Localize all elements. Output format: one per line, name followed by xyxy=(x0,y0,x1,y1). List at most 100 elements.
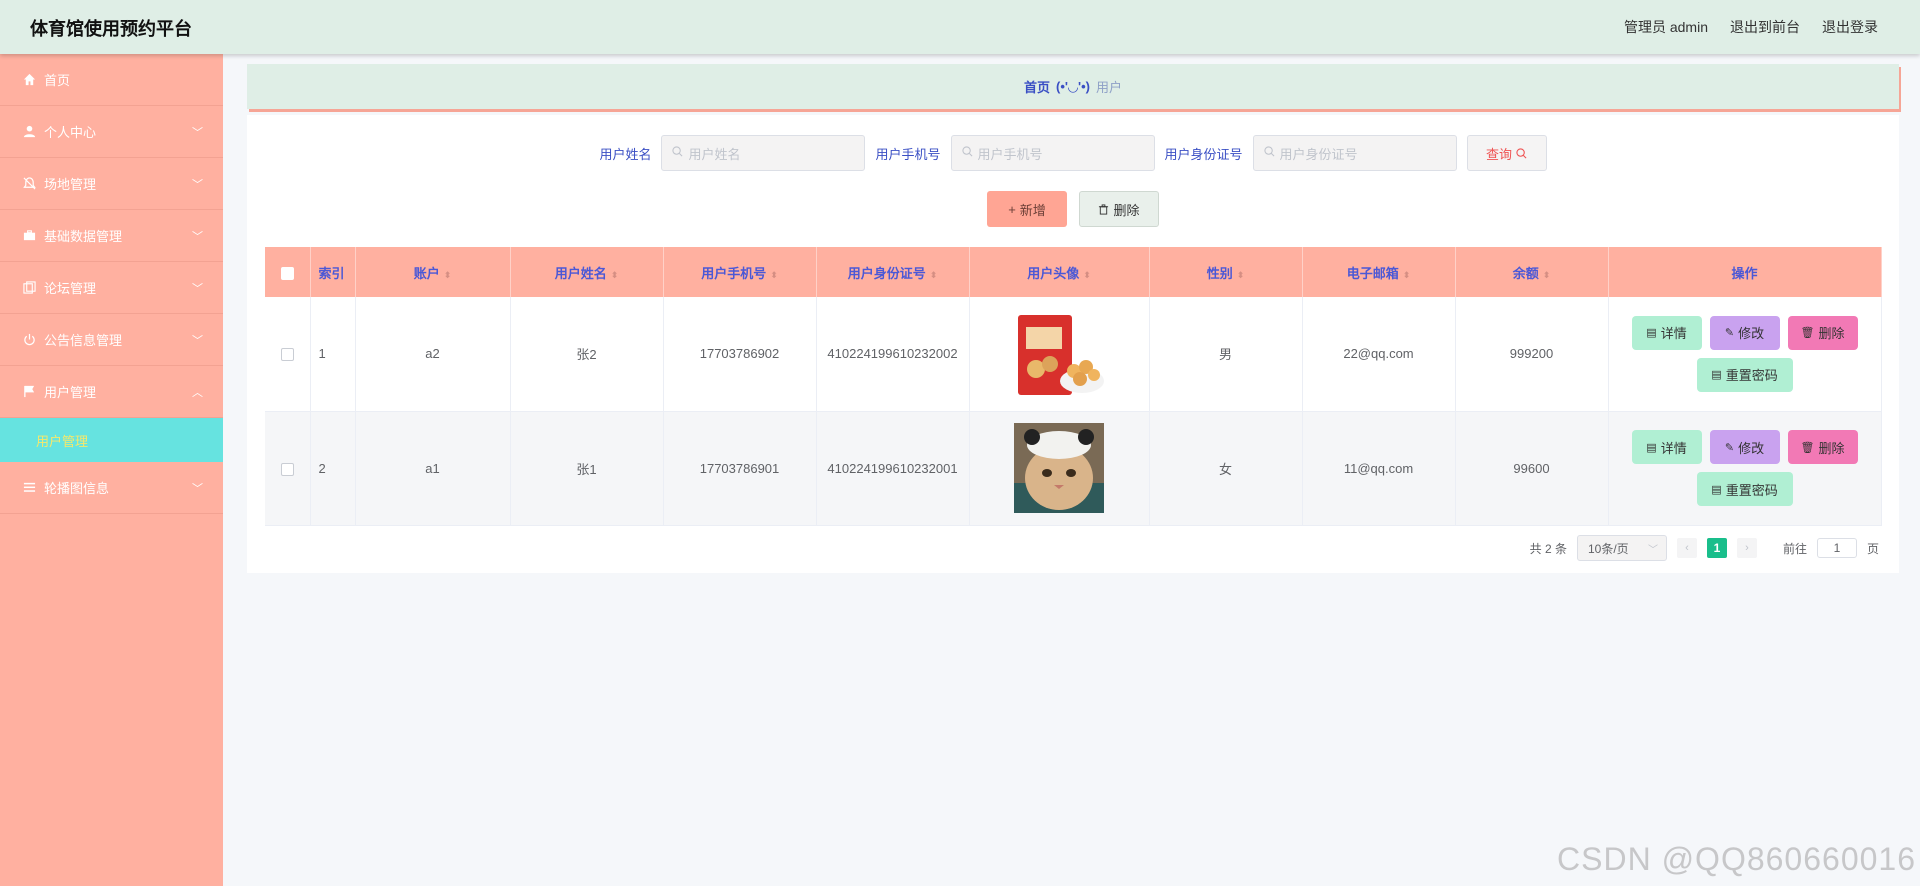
power-icon xyxy=(22,333,36,347)
sidebar-subitem-user-management[interactable]: 用户管理 xyxy=(0,418,223,462)
copy-icon xyxy=(22,281,36,295)
pagination: 共 2 条 10条/页 ﹀ ‹ 1 › 前往 1 页 xyxy=(1530,535,1879,561)
edit-button[interactable]: ✎ 修改 xyxy=(1709,315,1780,350)
column-header-avatar[interactable]: 用户头像 ⬍ xyxy=(969,247,1150,297)
column-header-idcard[interactable]: 用户身份证号 ⬍ xyxy=(816,247,970,297)
page-size-select[interactable]: 10条/页 ﹀ xyxy=(1576,535,1667,561)
sidebar-item-label: 公告信息管理 xyxy=(44,333,123,348)
avatar[interactable] xyxy=(1014,423,1104,513)
column-header-operations: 操作 xyxy=(1608,247,1882,297)
user-table: 索引 账户 ⬍ 用户姓名 ⬍ 用户手机号 ⬍ 用户身份证号 ⬍ 用户头像 ⬍ 性别 ⬍ 电子… xyxy=(265,247,1882,526)
avatar[interactable] xyxy=(1014,308,1104,399)
phone-search-placeholder: 用户手机号 xyxy=(977,146,1043,162)
page-size-value: 10条/页 xyxy=(1587,541,1629,556)
chevron-down-icon: ﹀ xyxy=(192,127,203,139)
select-all-checkbox[interactable] xyxy=(280,266,294,280)
column-header: 索引 xyxy=(310,247,356,297)
row-idcard: 410224199610232002 xyxy=(816,297,970,412)
trash-icon: 🗑 xyxy=(1800,327,1815,340)
breadcrumb-home[interactable]: 首页 xyxy=(1024,77,1050,96)
sidebar-item-label: 个人中心 xyxy=(44,125,97,140)
row-operations: ▤ 详情 ✎ 修改 🗑 删除 ▤ 重置密码 xyxy=(1608,411,1882,526)
add-button[interactable]: + 新增 xyxy=(987,191,1067,227)
select-all-cell xyxy=(265,247,311,297)
sidebar-item-label: 首页 xyxy=(44,73,71,88)
trash-icon: 🗑 xyxy=(1800,441,1815,454)
search-icon xyxy=(1263,146,1275,160)
column-header-phone[interactable]: 用户手机号 ⬍ xyxy=(663,247,817,297)
sidebar-item-carousel[interactable]: 轮播图信息 ﹀ xyxy=(0,462,223,514)
edit-button[interactable]: ✎ 修改 xyxy=(1709,430,1780,464)
prev-page-button[interactable]: ‹ xyxy=(1676,538,1697,558)
sidebar-item-venue[interactable]: 场地管理 ﹀ xyxy=(0,158,223,210)
home-icon xyxy=(22,73,36,87)
reset-password-button[interactable]: ▤ 重置密码 xyxy=(1696,357,1793,392)
add-button-label: 新增 xyxy=(1019,202,1046,218)
header-links: 管理员 admin 退出到前台 退出登录 xyxy=(1624,17,1878,37)
sidebar-item-personal-center[interactable]: 个人中心 ﹀ xyxy=(0,106,223,158)
bulk-delete-button[interactable]: 删除 xyxy=(1079,191,1159,227)
admin-label: 管理员 admin xyxy=(1623,19,1708,35)
reset-password-button[interactable]: ▤ 重置密码 xyxy=(1696,472,1793,506)
sort-icon[interactable]: ⬍ xyxy=(1083,270,1091,280)
next-page-button[interactable]: › xyxy=(1736,538,1757,558)
detail-button[interactable]: ▤ 详情 xyxy=(1631,315,1702,350)
search-icon xyxy=(672,146,683,160)
row-gender: 男 xyxy=(1149,297,1303,412)
sort-icon[interactable]: ⬍ xyxy=(1543,270,1551,280)
chevron-down-icon: ﹀ xyxy=(192,335,203,347)
column-header-account[interactable]: 账户 ⬍ xyxy=(355,247,511,297)
delete-button[interactable]: 🗑 删除 xyxy=(1787,315,1858,350)
idcard-search-input[interactable]: 用户身份证号 xyxy=(1252,135,1457,171)
page-number-current[interactable]: 1 xyxy=(1706,538,1727,558)
row-avatar-cell xyxy=(969,411,1150,526)
goto-page-input[interactable]: 1 xyxy=(1816,538,1857,558)
exit-to-front-link[interactable]: 退出到前台 xyxy=(1730,17,1800,37)
user-icon xyxy=(22,125,36,139)
phone-search-label: 用户手机号 xyxy=(875,146,941,162)
query-button[interactable]: 查询 xyxy=(1466,135,1547,171)
flag-icon xyxy=(22,385,36,399)
sidebar-item-home[interactable]: 首页 xyxy=(0,54,223,106)
sidebar-item-basic-data[interactable]: 基础数据管理 ﹀ xyxy=(0,210,223,262)
logout-link[interactable]: 退出登录 xyxy=(1822,17,1878,37)
column-header-gender[interactable]: 性别 ⬍ xyxy=(1149,247,1303,297)
trash-icon xyxy=(1098,203,1109,215)
phone-search-input[interactable]: 用户手机号 xyxy=(950,135,1155,171)
column-header-name[interactable]: 用户姓名 ⬍ xyxy=(510,247,664,297)
chevron-down-icon: ﹀ xyxy=(192,179,203,191)
row-name: 张1 xyxy=(510,411,664,526)
document-icon: ▤ xyxy=(1646,327,1657,340)
row-index: 1 xyxy=(310,297,356,412)
row-phone: 17703786902 xyxy=(663,297,817,412)
row-idcard: 410224199610232001 xyxy=(816,411,970,526)
row-checkbox[interactable] xyxy=(280,462,294,476)
bell-icon xyxy=(22,177,36,191)
goto-label: 前往 xyxy=(1782,541,1807,556)
chevron-down-icon: ﹀ xyxy=(1647,544,1658,556)
name-search-input[interactable]: 用户姓名 xyxy=(661,135,866,171)
detail-button[interactable]: ▤ 详情 xyxy=(1631,430,1702,464)
sidebar-item-label: 场地管理 xyxy=(44,177,97,192)
sort-icon[interactable]: ⬍ xyxy=(1237,270,1245,280)
row-email: 11@qq.com xyxy=(1302,411,1456,526)
sort-icon[interactable]: ⬍ xyxy=(444,270,452,280)
sort-icon[interactable]: ⬍ xyxy=(611,270,619,280)
sidebar-item-notice[interactable]: 公告信息管理 ﹀ xyxy=(0,314,223,366)
breadcrumb-current: 用户 xyxy=(1095,80,1122,95)
sort-icon[interactable]: ⬍ xyxy=(930,270,938,280)
row-select-cell xyxy=(265,411,311,526)
row-checkbox[interactable] xyxy=(280,348,294,362)
sort-icon[interactable]: ⬍ xyxy=(1403,270,1411,280)
document-icon: ▤ xyxy=(1711,369,1722,382)
column-header-balance[interactable]: 余额 ⬍ xyxy=(1455,247,1609,297)
delete-button[interactable]: 🗑 删除 xyxy=(1787,430,1858,464)
sidebar-item-forum[interactable]: 论坛管理 ﹀ xyxy=(0,262,223,314)
idcard-search-label: 用户身份证号 xyxy=(1164,146,1243,162)
sidebar-item-label: 基础数据管理 xyxy=(44,229,123,244)
row-email: 22@qq.com xyxy=(1302,297,1456,412)
column-header-email[interactable]: 电子邮箱 ⬍ xyxy=(1302,247,1456,297)
sort-icon[interactable]: ⬍ xyxy=(770,270,778,280)
row-avatar-cell xyxy=(969,297,1150,412)
sidebar-item-user-management[interactable]: 用户管理 ︿ xyxy=(0,366,223,418)
